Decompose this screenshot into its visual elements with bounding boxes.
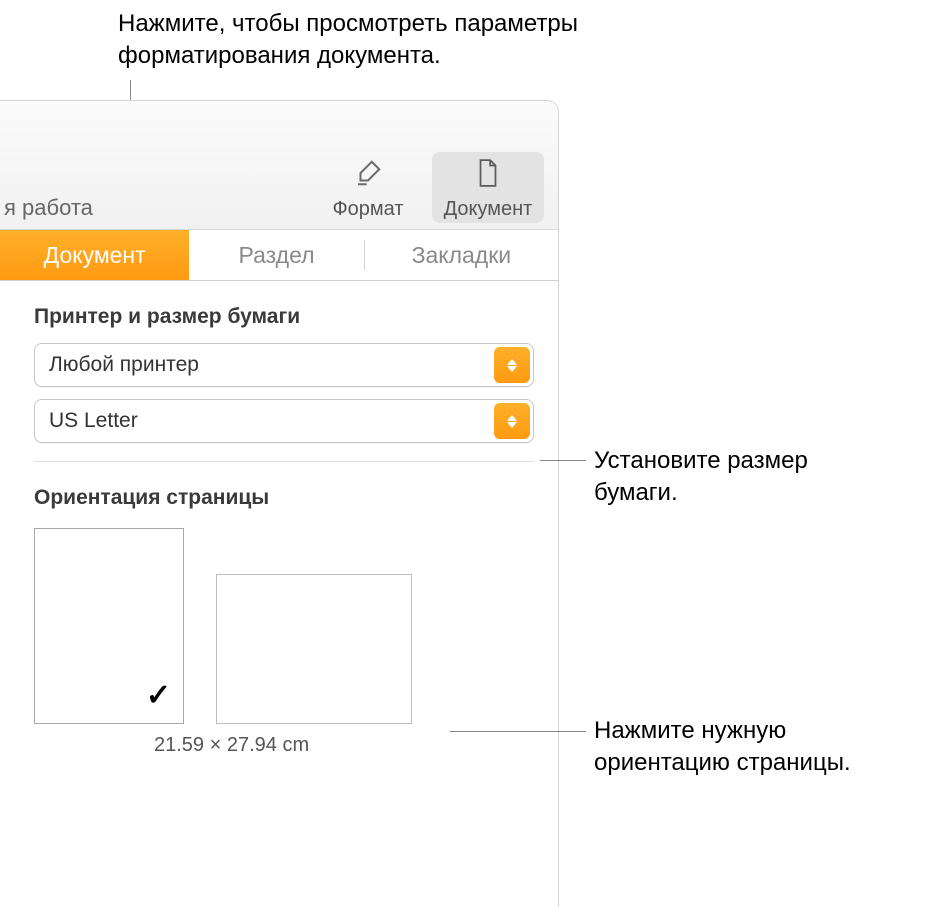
- toolbar: я работа Формат Документ: [0, 101, 558, 229]
- format-button[interactable]: Формат: [312, 152, 424, 223]
- inspector-window: я работа Формат Документ: [0, 100, 559, 907]
- check-icon: ✓: [146, 678, 171, 713]
- toolbar-left-fragment: я работа: [0, 195, 93, 221]
- tab-section[interactable]: Раздел: [189, 230, 363, 280]
- orientation-row: ✓: [34, 528, 534, 724]
- paper-size-dropdown[interactable]: US Letter: [34, 399, 534, 443]
- section-divider: [34, 461, 534, 462]
- chevron-updown-icon: [494, 403, 530, 439]
- format-button-label: Формат: [332, 198, 403, 221]
- paper-size-dropdown-value: US Letter: [49, 409, 138, 433]
- document-icon: [474, 158, 502, 194]
- callout-paper-leader: [540, 460, 586, 461]
- toolbar-right-group: Формат Документ: [312, 152, 544, 223]
- document-panel: Принтер и размер бумаги Любой принтер US…: [0, 281, 558, 757]
- orientation-landscape[interactable]: [216, 574, 412, 724]
- callout-orientation-text: Нажмите нужную ориентацию страницы.: [594, 715, 914, 778]
- chevron-updown-icon: [494, 347, 530, 383]
- callout-top-text: Нажмите, чтобы просмотреть параметры фор…: [118, 8, 618, 73]
- callout-orientation-leader: [450, 731, 586, 732]
- tab-document[interactable]: Документ: [0, 230, 189, 280]
- page-dimensions: 21.59 × 27.94 cm: [154, 734, 534, 757]
- document-button-label: Документ: [444, 198, 533, 221]
- printer-dropdown-value: Любой принтер: [49, 353, 199, 377]
- orientation-portrait[interactable]: ✓: [34, 528, 184, 724]
- document-button[interactable]: Документ: [432, 152, 544, 223]
- printer-section-title: Принтер и размер бумаги: [34, 305, 534, 329]
- callout-paper-text: Установите размер бумаги.: [594, 445, 874, 508]
- tabs-row: Документ Раздел Закладки: [0, 229, 558, 281]
- brush-icon: [353, 158, 383, 194]
- orientation-section-title: Ориентация страницы: [34, 486, 534, 510]
- tab-bookmarks[interactable]: Закладки: [365, 230, 558, 280]
- printer-dropdown[interactable]: Любой принтер: [34, 343, 534, 387]
